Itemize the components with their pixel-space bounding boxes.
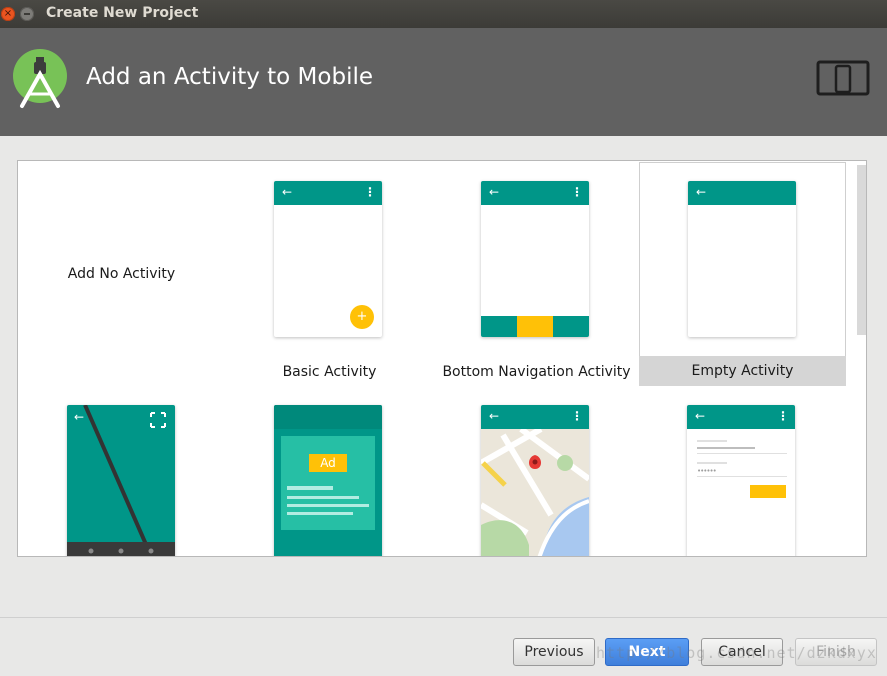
overflow-menu-icon: ⋮ [571, 409, 583, 423]
template-preview: Ad [274, 405, 382, 556]
template-label: Basic Activity [282, 364, 377, 380]
watermark: http://blog.csdn.net/dzkdxyx [596, 644, 877, 662]
back-arrow-icon: ← [695, 409, 706, 423]
wizard-header: Add an Activity to Mobile [0, 28, 887, 136]
template-bottom-navigation-activity[interactable]: ← ⋮ Bottom Navigation Activity [433, 162, 640, 386]
window-titlebar: × Create New Project [0, 0, 887, 28]
minimize-icon[interactable] [20, 7, 34, 21]
footer-divider [0, 617, 887, 618]
close-icon[interactable]: × [1, 7, 15, 21]
overflow-menu-icon: ⋮ [777, 409, 789, 423]
template-google-maps-activity[interactable]: ← ⋮ [433, 386, 640, 556]
template-empty-activity[interactable]: ← Empty Activity [639, 162, 846, 386]
gallery-scrollbar[interactable] [857, 165, 866, 335]
template-preview: ← ⋮ [481, 181, 589, 337]
previous-button[interactable]: Previous [513, 638, 595, 666]
back-arrow-icon: ← [489, 185, 500, 199]
page-title: Add an Activity to Mobile [86, 64, 373, 90]
back-arrow-icon: ← [696, 185, 707, 199]
template-basic-activity[interactable]: ← ⋮ + Basic Activity [226, 162, 433, 386]
back-arrow-icon: ← [489, 409, 500, 423]
android-studio-logo-icon [13, 49, 67, 108]
svg-text:←: ← [74, 410, 84, 424]
template-preview: ← ⋮ •••••• [687, 405, 795, 556]
template-preview: ← [67, 405, 175, 556]
template-fullscreen-activity[interactable]: ← [18, 386, 225, 556]
template-label: Bottom Navigation Activity [442, 364, 631, 380]
template-preview: ← [688, 181, 796, 337]
window-title: Create New Project [46, 5, 199, 21]
back-arrow-icon: ← [282, 185, 293, 199]
template-login-activity[interactable]: ← ⋮ •••••• [639, 386, 846, 556]
bottom-nav-bar [481, 316, 589, 337]
template-label: Empty Activity [639, 356, 846, 386]
template-label: Add No Activity [67, 266, 176, 282]
ad-badge: Ad [309, 454, 347, 472]
template-preview: ← ⋮ [481, 405, 589, 556]
template-add-no-activity[interactable]: Add No Activity [18, 162, 225, 386]
fab-plus-icon: + [350, 305, 374, 329]
overflow-menu-icon: ⋮ [364, 185, 376, 199]
overflow-menu-icon: ⋮ [571, 185, 583, 199]
template-preview: ← ⋮ + [274, 181, 382, 337]
template-admob-activity[interactable]: Ad [226, 386, 433, 556]
phone-tablet-icon [816, 60, 870, 96]
